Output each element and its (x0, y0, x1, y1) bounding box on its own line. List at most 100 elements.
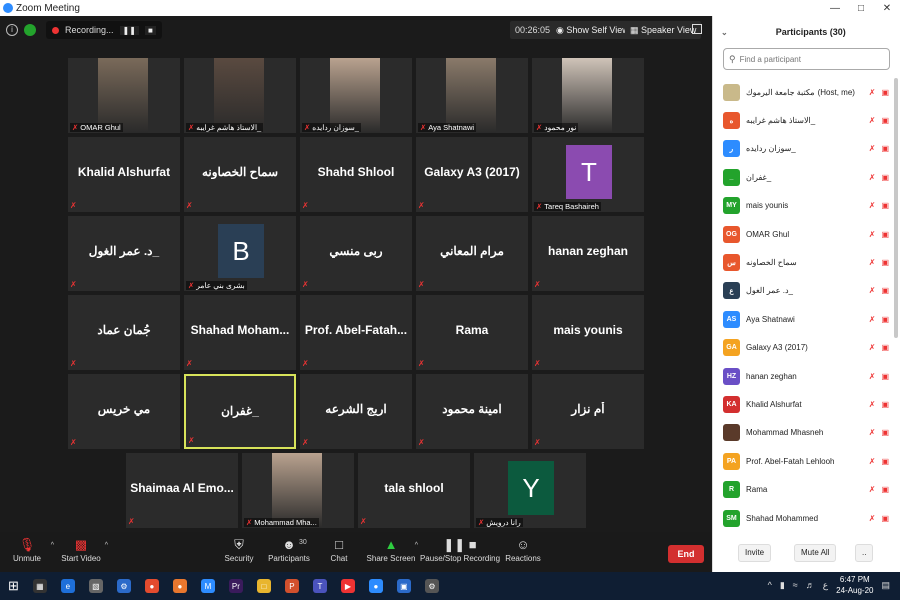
video-status-icon[interactable]: ▣ (881, 173, 889, 182)
invite-button[interactable]: Invite (738, 544, 772, 562)
participant-row[interactable]: HZ hanan zeghan ✗ ▣ (713, 362, 900, 390)
participant-tile[interactable]: Shahad Moham... ✗ (184, 295, 296, 370)
participant-tile[interactable]: ربى منسي ✗ (300, 216, 412, 291)
participant-tile[interactable]: hanan zeghan ✗ (532, 216, 644, 291)
participant-row[interactable]: GA Galaxy A3 (2017) ✗ ▣ (713, 334, 900, 362)
video-status-icon[interactable]: ▣ (881, 88, 889, 97)
video-status-icon[interactable]: ▣ (881, 286, 889, 295)
participant-row[interactable]: AS Aya Shatnawi ✗ ▣ (713, 305, 900, 333)
mute-all-button[interactable]: Mute All (794, 544, 837, 562)
participant-tile[interactable]: Rama ✗ (416, 295, 528, 370)
video-status-icon[interactable]: ▣ (881, 428, 889, 437)
volume-icon[interactable]: ♬ (806, 580, 815, 590)
participant-row[interactable]: SM Shahad Mohammed ✗ ▣ (713, 504, 900, 532)
more-options-button[interactable]: .. (855, 544, 874, 562)
mic-status-icon[interactable]: ✗ (869, 144, 876, 153)
mic-status-icon[interactable]: ✗ (869, 258, 876, 267)
mic-status-icon[interactable]: ✗ (869, 457, 876, 466)
participant-row[interactable]: ع د. عمر الغول_ ✗ ▣ (713, 277, 900, 305)
battery-icon[interactable]: ▮ (780, 580, 785, 591)
store-icon[interactable]: ▧ (88, 579, 103, 593)
mic-status-icon[interactable]: ✗ (869, 230, 876, 239)
video-status-icon[interactable]: ▣ (881, 201, 889, 210)
video-status-icon[interactable]: ▣ (881, 400, 889, 409)
participant-tile[interactable]: ✗ Aya Shatnawi (416, 58, 528, 133)
video-status-icon[interactable]: ▣ (881, 457, 889, 466)
clock[interactable]: 6:47 PM 24-Aug-20 (836, 574, 873, 596)
participant-tile[interactable]: أم نزار ✗ (532, 374, 644, 449)
participant-tile[interactable]: Khalid Alshurfat ✗ (68, 137, 180, 212)
participant-tile[interactable]: T ✗ Tareq Bashaireh (532, 137, 644, 212)
video-status-icon[interactable]: ▣ (881, 144, 889, 153)
settings-app-icon[interactable]: ⚙ (116, 579, 131, 593)
participant-tile[interactable]: امينة محمود ✗ (416, 374, 528, 449)
mic-status-icon[interactable]: ✗ (869, 400, 876, 409)
m-app-icon[interactable]: M (200, 579, 215, 593)
participant-tile[interactable]: Y ✗ رانا درويش (474, 453, 586, 528)
speaker-view-button[interactable]: ▦ Speaker View (625, 21, 702, 39)
teams-icon[interactable]: T (312, 579, 327, 593)
participant-row[interactable]: ر سوزان ردايده_ ✗ ▣ (713, 135, 900, 163)
participant-tile[interactable]: ✗ سوزان ردايده_ (300, 58, 412, 133)
minimize-button[interactable]: — (822, 3, 848, 14)
participant-row[interactable]: KA Khalid Alshurfat ✗ ▣ (713, 390, 900, 418)
encryption-shield-icon[interactable] (24, 24, 36, 36)
notifications-icon[interactable]: ▤ (881, 580, 890, 591)
zoom-taskbar-icon[interactable]: ● (368, 579, 383, 593)
mic-status-icon[interactable]: ✗ (869, 514, 876, 523)
caret-up-icon[interactable]: ^ (105, 542, 108, 549)
file-explorer-icon[interactable]: □ (256, 579, 271, 593)
chrome-icon[interactable]: ● (144, 579, 159, 593)
pause-recording-icon[interactable]: ❚❚ (119, 25, 139, 35)
start-video-button[interactable]: ▩ Start Video ^ (46, 536, 116, 563)
video-status-icon[interactable]: ▣ (881, 343, 889, 352)
participant-tile[interactable]: اريج الشرعه ✗ (300, 374, 412, 449)
network-app-icon[interactable]: ▣ (396, 579, 411, 593)
participant-row[interactable]: R Rama ✗ ▣ (713, 475, 900, 503)
participant-row[interactable]: س سماح الخصاونه ✗ ▣ (713, 248, 900, 276)
participant-tile[interactable]: B ✗ بشرى بني عامر (184, 216, 296, 291)
participant-tile[interactable]: mais younis ✗ (532, 295, 644, 370)
premiere-icon[interactable]: Pr (228, 579, 243, 593)
participant-row[interactable]: Mohammad Mhasneh ✗ ▣ (713, 419, 900, 447)
language-indicator[interactable]: ع (823, 580, 828, 591)
participant-row[interactable]: _ غفران_ ✗ ▣ (713, 163, 900, 191)
mic-status-icon[interactable]: ✗ (869, 428, 876, 437)
participant-tile[interactable]: مي خريس ✗ (68, 374, 180, 449)
participant-tile[interactable]: ✗ الاستاذ هاشم غرايبه_ (184, 58, 296, 133)
participant-tile[interactable]: Shaimaa Al Emo... ✗ (126, 453, 238, 528)
end-meeting-button[interactable]: End (668, 545, 704, 563)
task-view-icon[interactable]: ▦ (32, 579, 47, 593)
participant-row[interactable]: ه الاستاذ هاشم غرايبه_ ✗ ▣ (713, 106, 900, 134)
participant-tile[interactable]: مرام المعاني ✗ (416, 216, 528, 291)
firefox-icon[interactable]: ● (172, 579, 187, 593)
video-status-icon[interactable]: ▣ (881, 230, 889, 239)
powerpoint-icon[interactable]: P (284, 579, 299, 593)
video-status-icon[interactable]: ▣ (881, 258, 889, 267)
stop-recording-icon[interactable]: ■ (144, 25, 156, 35)
video-status-icon[interactable]: ▣ (881, 372, 889, 381)
participant-tile[interactable]: Prof. Abel-Fatah... ✗ (300, 295, 412, 370)
info-icon[interactable]: i (6, 24, 18, 36)
reactions-button[interactable]: ☺ Reactions (488, 536, 558, 563)
participant-tile[interactable]: ✗ نور محمود (532, 58, 644, 133)
participant-tile[interactable]: غفران_ ✗ (184, 374, 296, 449)
participant-tile[interactable]: سماح الخصاونه ✗ (184, 137, 296, 212)
participant-row[interactable]: MY mais younis ✗ ▣ (713, 192, 900, 220)
show-self-view-button[interactable]: ◉ Show Self View (551, 21, 634, 39)
participant-tile[interactable]: Galaxy A3 (2017) ✗ (416, 137, 528, 212)
participant-tile[interactable]: Shahd Shlool ✗ (300, 137, 412, 212)
video-status-icon[interactable]: ▣ (881, 514, 889, 523)
edge-icon[interactable]: e (60, 579, 75, 593)
video-app-icon[interactable]: ▶ (340, 579, 355, 593)
participant-list-scrollbar[interactable] (894, 78, 898, 338)
participant-tile[interactable]: ✗ OMAR Ghul (68, 58, 180, 133)
fullscreen-icon[interactable] (692, 24, 702, 34)
mic-status-icon[interactable]: ✗ (869, 343, 876, 352)
participant-tile[interactable]: د. عمر الغول_ ✗ (68, 216, 180, 291)
tray-up-arrow-icon[interactable]: ^ (768, 580, 772, 590)
wifi-icon[interactable]: ≈ (793, 580, 798, 590)
video-status-icon[interactable]: ▣ (881, 116, 889, 125)
close-button[interactable]: ✕ (874, 3, 900, 14)
mic-status-icon[interactable]: ✗ (869, 201, 876, 210)
